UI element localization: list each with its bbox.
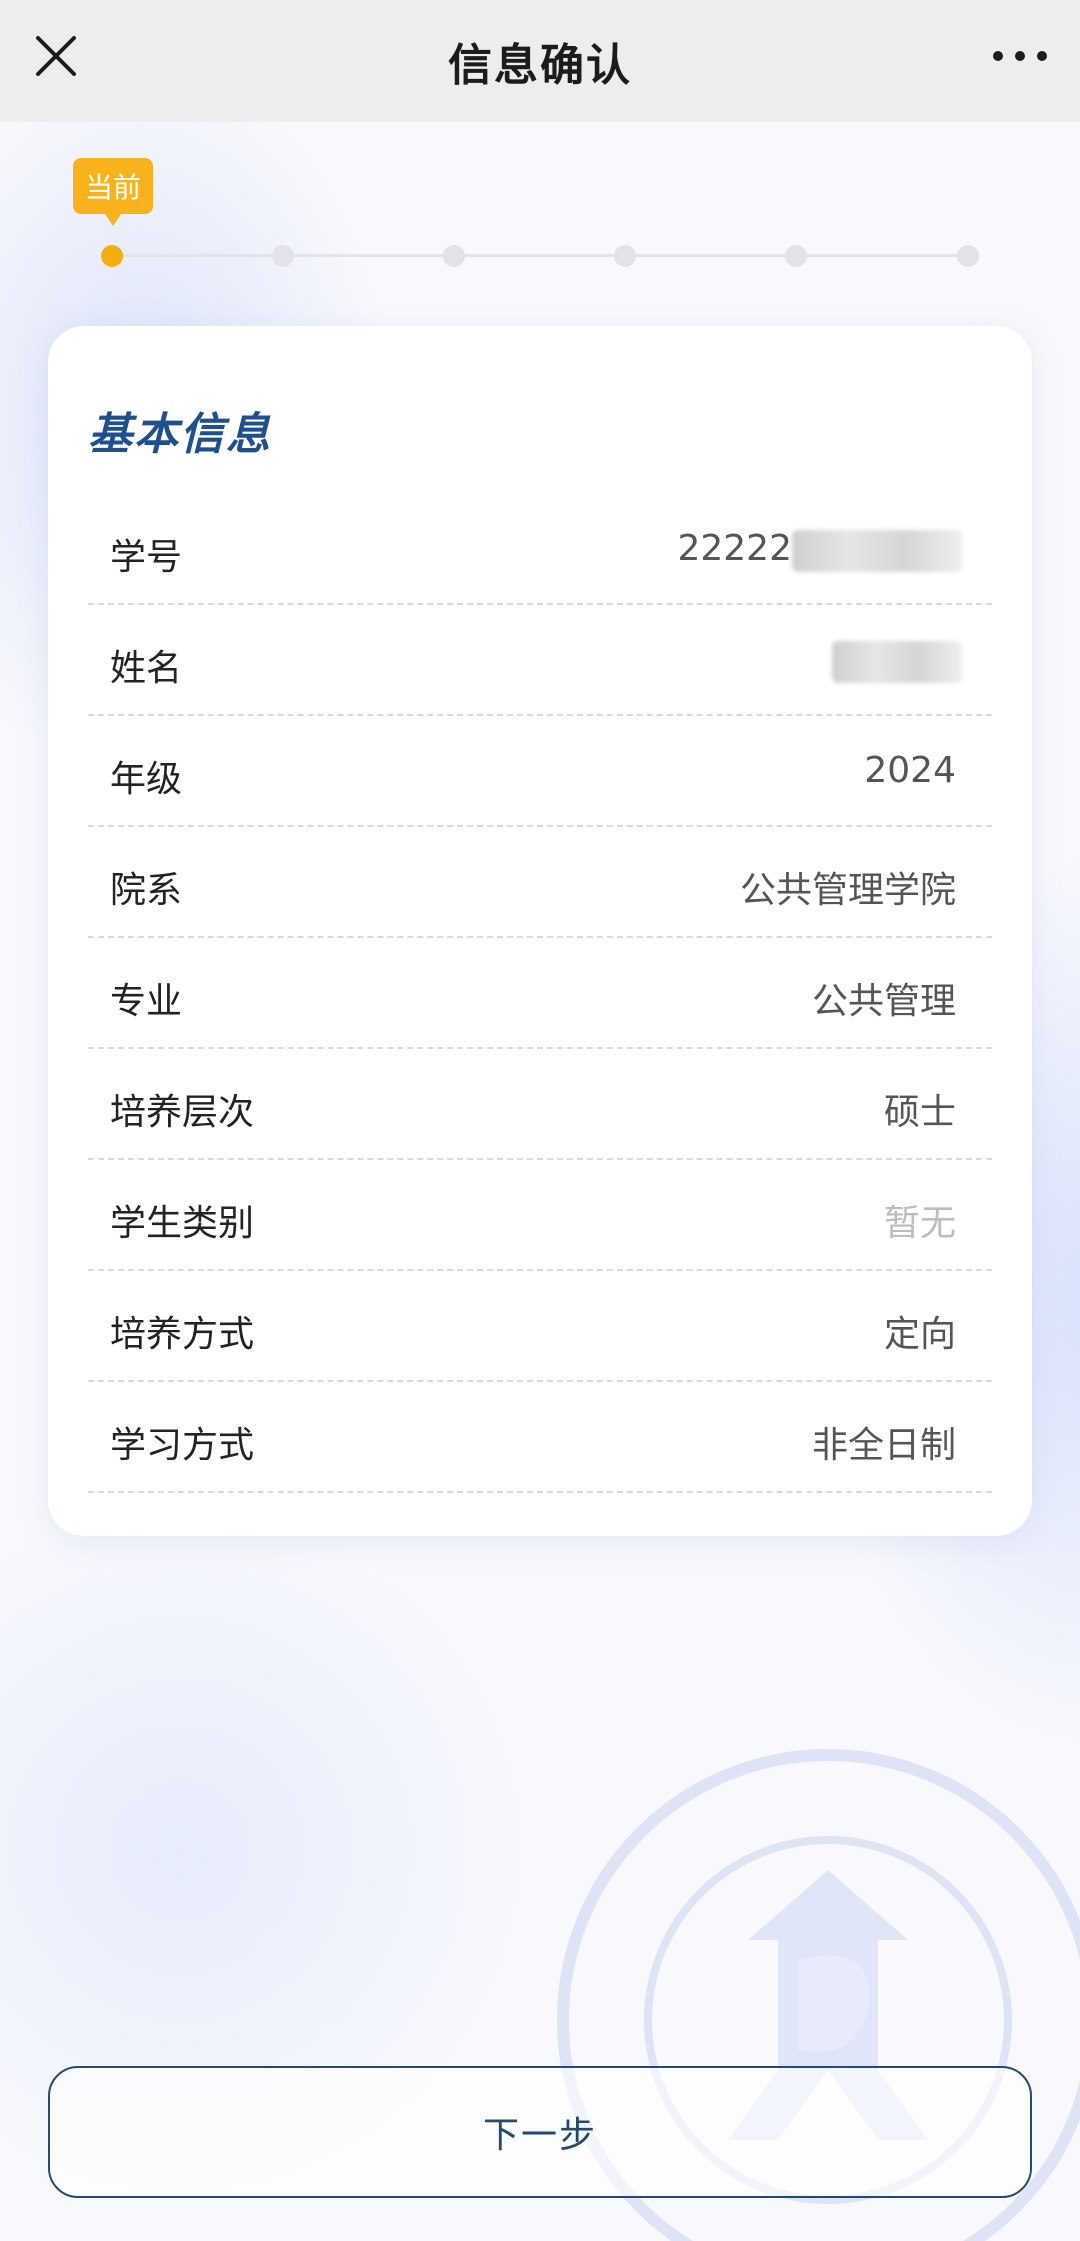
stepper-track	[112, 254, 968, 257]
page: 信息确认 当前 基本信息 学号 22222 姓名 年级 2024 院系 公共管理…	[0, 0, 1080, 2241]
info-row-major: 专业 公共管理	[88, 938, 992, 1049]
close-icon[interactable]	[28, 28, 84, 84]
step-dot-3	[443, 245, 465, 267]
info-row-student-category: 学生类别 暂无	[88, 1160, 992, 1271]
basic-info-card: 基本信息 学号 22222 姓名 年级 2024 院系 公共管理学院 专业 公共…	[48, 326, 1032, 1536]
next-step-button[interactable]: 下一步	[48, 2066, 1032, 2198]
row-value: 22222	[677, 528, 792, 569]
step-dot-5	[785, 245, 807, 267]
redacted-block	[792, 530, 962, 572]
info-row-grade: 年级 2024	[88, 716, 992, 827]
more-options-icon[interactable]	[988, 34, 1052, 78]
row-value: 公共管理	[811, 981, 956, 1022]
row-label: 年级	[110, 759, 183, 800]
row-label: 学习方式	[110, 1425, 255, 1466]
row-value: 非全日制	[811, 1425, 956, 1466]
info-row-student-id: 学号 22222	[88, 494, 992, 605]
row-label: 院系	[110, 870, 183, 911]
row-value: 2024	[864, 750, 956, 791]
top-nav-bar: 信息确认	[0, 0, 1080, 122]
row-value: 暂无	[883, 1203, 956, 1244]
step-dot-1	[101, 245, 123, 267]
current-step-badge: 当前	[73, 158, 153, 226]
card-title: 基本信息	[88, 409, 272, 460]
row-value: 定向	[883, 1314, 956, 1355]
info-list: 学号 22222 姓名 年级 2024 院系 公共管理学院 专业 公共管理 培养…	[88, 494, 992, 1493]
step-dot-6	[957, 245, 979, 267]
row-value: 公共管理学院	[739, 870, 956, 911]
info-row-education-level: 培养层次 硕士	[88, 1049, 992, 1160]
next-step-label: 下一步	[482, 2115, 597, 2156]
info-row-department: 院系 公共管理学院	[88, 827, 992, 938]
redacted-block	[832, 641, 962, 683]
row-value: 硕士	[883, 1092, 956, 1133]
row-label: 专业	[110, 981, 183, 1022]
progress-stepper: 当前	[0, 150, 1080, 280]
info-row-training-mode: 培养方式 定向	[88, 1271, 992, 1382]
step-dot-4	[614, 245, 636, 267]
step-dot-2	[272, 245, 294, 267]
row-label: 学号	[110, 537, 183, 578]
info-row-study-mode: 学习方式 非全日制	[88, 1382, 992, 1493]
page-title: 信息确认	[448, 40, 632, 91]
row-label: 培养方式	[110, 1314, 255, 1355]
row-label: 学生类别	[110, 1203, 255, 1244]
row-label: 培养层次	[110, 1092, 255, 1133]
row-label: 姓名	[110, 648, 183, 689]
info-row-name: 姓名	[88, 605, 992, 716]
